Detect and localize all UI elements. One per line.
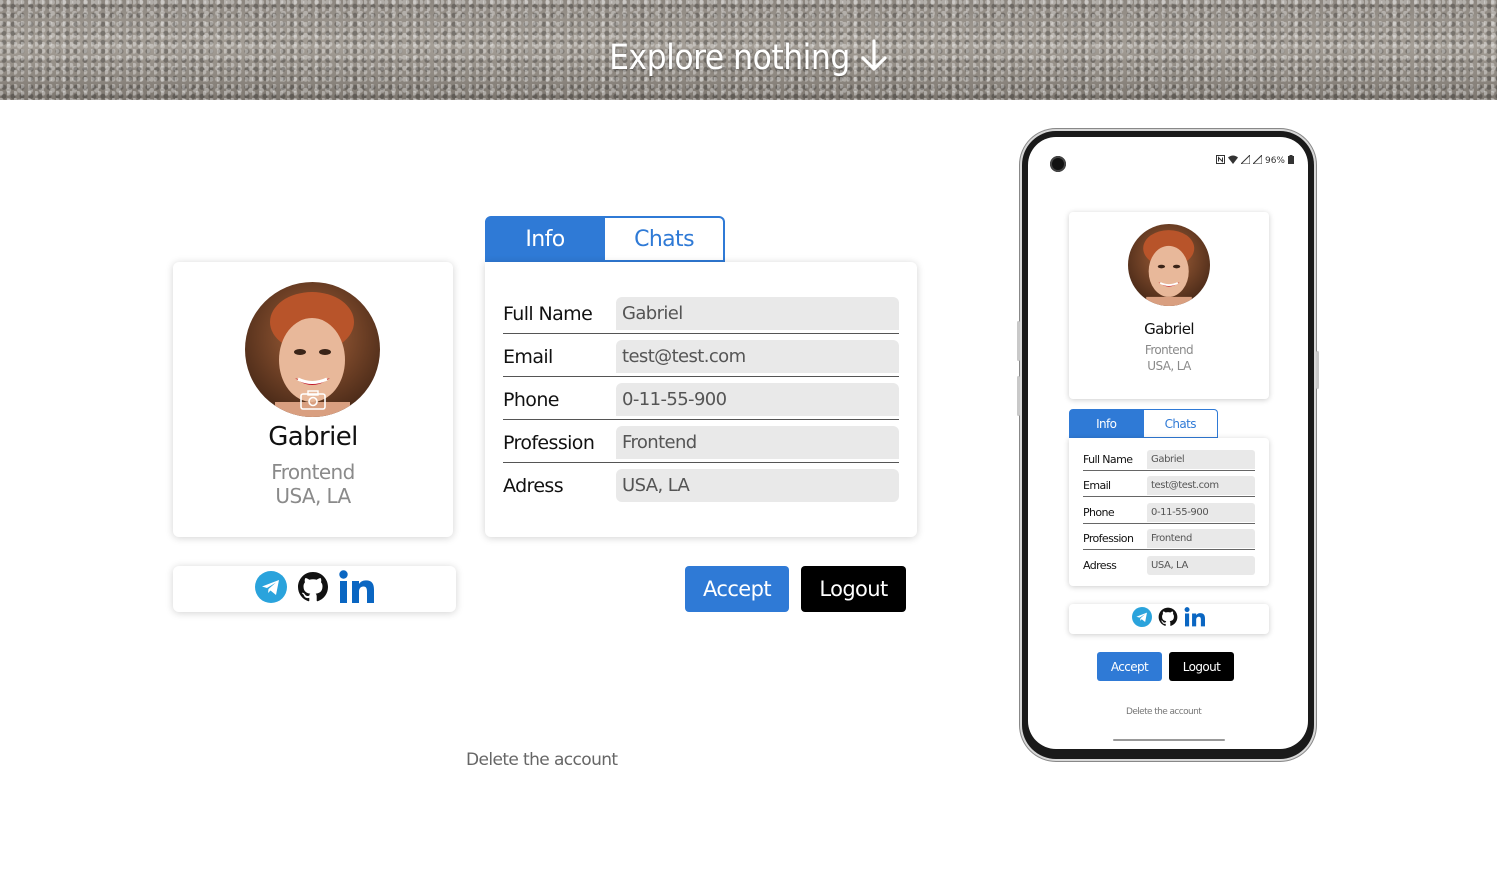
divider xyxy=(1083,496,1255,497)
mobile-address-field[interactable] xyxy=(1147,556,1255,575)
info-card: Full Name Email Phone Profession Adress xyxy=(485,262,917,537)
arrow-down-icon xyxy=(860,39,888,82)
address-label: Adress xyxy=(503,475,564,497)
profile-name: Gabriel xyxy=(268,422,358,452)
signal-icon xyxy=(1251,153,1263,167)
mobile-delete-account-link[interactable]: Delete the account xyxy=(1126,707,1202,717)
linkedin-icon[interactable] xyxy=(338,570,375,608)
mobile-tab-chats[interactable]: Chats xyxy=(1143,409,1218,438)
signal-icon xyxy=(1239,153,1251,167)
form-row-email: Email xyxy=(503,340,899,377)
mobile-profession-label: Profession xyxy=(1083,532,1134,545)
mobile-email-field[interactable] xyxy=(1147,476,1255,495)
mobile-info-card: Full Name Email Phone Profession Adress xyxy=(1069,438,1269,586)
mobile-form-row-email: Email xyxy=(1083,476,1255,497)
phone-power-button xyxy=(1316,351,1319,389)
form-row-address: Adress xyxy=(503,469,899,504)
divider xyxy=(1083,470,1255,471)
github-icon[interactable] xyxy=(297,571,329,607)
hero-title[interactable]: Explore nothing xyxy=(0,38,1497,82)
fullname-label: Full Name xyxy=(503,303,593,325)
mobile-profession-field[interactable] xyxy=(1147,529,1255,548)
profession-label: Profession xyxy=(503,432,595,454)
hero-title-text: Explore nothing xyxy=(609,38,850,78)
divider xyxy=(1083,523,1255,524)
form-row-phone: Phone xyxy=(503,383,899,420)
telegram-icon[interactable] xyxy=(1132,607,1152,631)
profile-location: USA, LA xyxy=(275,484,351,508)
phone-volume-down xyxy=(1017,376,1020,416)
accept-button[interactable]: Accept xyxy=(685,566,789,612)
home-indicator[interactable] xyxy=(1113,739,1225,741)
mobile-phone-field[interactable] xyxy=(1147,503,1255,522)
mobile-profile-profession: Frontend xyxy=(1144,343,1194,357)
mobile-fullname-field[interactable] xyxy=(1147,450,1255,469)
email-field[interactable] xyxy=(616,340,899,373)
tab-info[interactable]: Info xyxy=(485,216,605,262)
mobile-profile-card: Gabriel Frontend USA, LA xyxy=(1069,212,1269,399)
mobile-profile-name: Gabriel xyxy=(1144,320,1194,338)
telegram-icon[interactable] xyxy=(254,571,287,607)
divider xyxy=(503,333,899,334)
github-icon[interactable] xyxy=(1158,607,1178,631)
tab-chats[interactable]: Chats xyxy=(605,216,725,262)
mobile-tab-bar: Info Chats xyxy=(1069,409,1218,438)
mobile-form-row-phone: Phone xyxy=(1083,503,1255,524)
logout-button[interactable]: Logout xyxy=(801,566,906,612)
mobile-form-row-fullname: Full Name xyxy=(1083,450,1255,471)
profile-profession: Frontend xyxy=(271,460,355,484)
phone-label: Phone xyxy=(503,389,559,411)
mobile-address-label: Adress xyxy=(1083,559,1117,572)
phone-volume-up xyxy=(1017,321,1020,361)
divider xyxy=(503,376,899,377)
hero-banner: Explore nothing xyxy=(0,0,1497,100)
tab-bar: Info Chats xyxy=(485,216,725,262)
mobile-phone-label: Phone xyxy=(1083,506,1115,519)
profile-card: Gabriel Frontend USA, LA xyxy=(173,262,453,537)
mobile-logout-button[interactable]: Logout xyxy=(1169,652,1234,681)
mobile-form-row-profession: Profession xyxy=(1083,529,1255,550)
profession-field[interactable] xyxy=(616,426,899,459)
divider xyxy=(1083,549,1255,550)
social-links xyxy=(173,566,456,612)
wifi-icon xyxy=(1227,155,1238,167)
status-bar: 96% xyxy=(1215,153,1294,167)
phone-mockup: 96% Gabriel Frontend USA, LA Info Chats … xyxy=(1017,131,1319,759)
nfc-icon xyxy=(1215,155,1225,167)
battery-icon xyxy=(1288,155,1294,167)
linkedin-icon[interactable] xyxy=(1184,607,1206,631)
divider xyxy=(503,419,899,420)
phone-screen: 96% Gabriel Frontend USA, LA Info Chats … xyxy=(1028,137,1308,749)
delete-account-link[interactable]: Delete the account xyxy=(466,750,618,770)
mobile-social-links xyxy=(1069,604,1269,634)
divider xyxy=(503,462,899,463)
email-label: Email xyxy=(503,346,553,368)
mobile-fullname-label: Full Name xyxy=(1083,453,1133,466)
fullname-field[interactable] xyxy=(616,297,899,330)
address-field[interactable] xyxy=(616,469,899,502)
mobile-form-row-address: Adress xyxy=(1083,556,1255,576)
camera-icon[interactable] xyxy=(300,390,326,414)
phone-field[interactable] xyxy=(616,383,899,416)
mobile-tab-info[interactable]: Info xyxy=(1069,409,1144,438)
front-camera xyxy=(1050,156,1066,172)
mobile-avatar[interactable] xyxy=(1128,224,1210,306)
battery-percent: 96% xyxy=(1264,156,1285,166)
mobile-profile-location: USA, LA xyxy=(1147,359,1191,373)
mobile-accept-button[interactable]: Accept xyxy=(1097,652,1162,681)
form-row-profession: Profession xyxy=(503,426,899,463)
form-row-fullname: Full Name xyxy=(503,297,899,334)
mobile-email-label: Email xyxy=(1083,479,1111,492)
